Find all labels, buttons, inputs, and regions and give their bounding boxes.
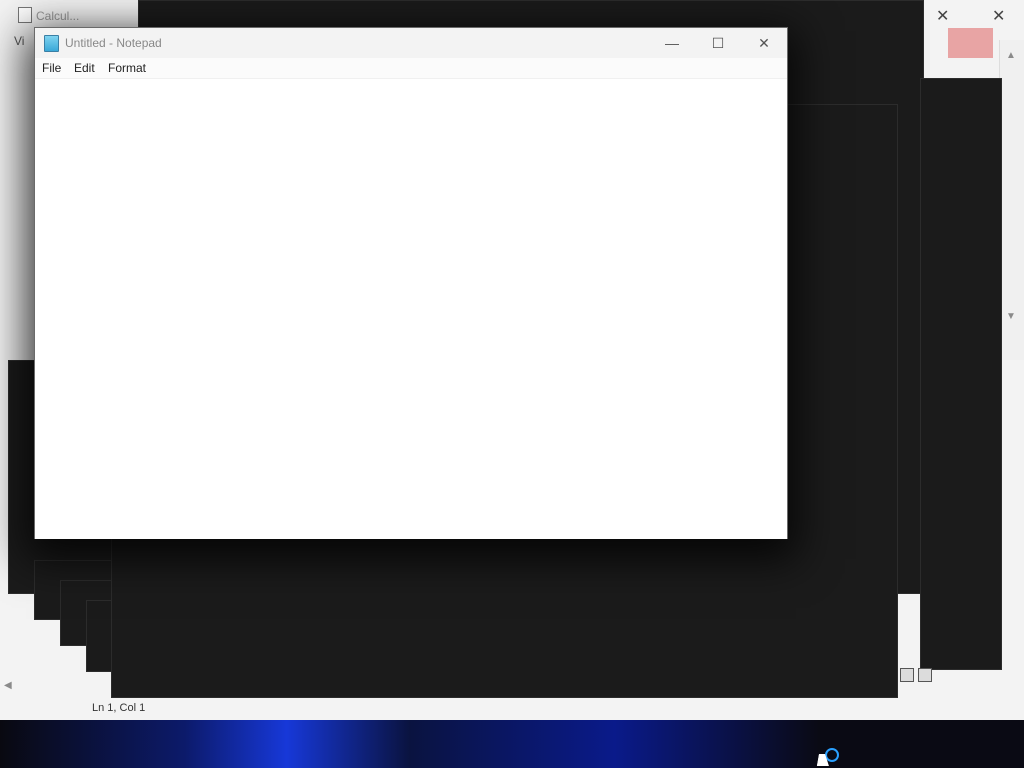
status-bar-text: Ln 1, Col 1 xyxy=(92,702,146,714)
menu-bar: File Edit Format xyxy=(35,58,787,78)
text-editor-area[interactable] xyxy=(35,78,787,539)
scroll-up-icon[interactable]: ▲ xyxy=(1006,50,1016,61)
menu-file[interactable]: File xyxy=(42,61,61,75)
close-icon[interactable]: ✕ xyxy=(936,6,949,26)
minimize-button[interactable]: — xyxy=(649,28,695,58)
calculator-icon xyxy=(18,7,32,23)
window-icon[interactable] xyxy=(900,668,914,682)
window-title: Calcul... xyxy=(36,9,80,23)
maximize-button[interactable]: ☐ xyxy=(695,28,741,58)
window-title: Untitled - Notepad xyxy=(65,36,162,50)
notepad-window[interactable]: Untitled - Notepad — ☐ ✕ File Edit Forma… xyxy=(34,27,788,539)
close-icon[interactable]: ✕ xyxy=(992,6,1005,26)
taskbar xyxy=(0,720,1024,768)
scroll-left-icon[interactable]: ◀ xyxy=(4,680,12,691)
tray-icons xyxy=(900,668,940,684)
menu-format[interactable]: Format xyxy=(108,61,146,75)
notepad-icon xyxy=(44,35,59,52)
close-button[interactable]: ✕ xyxy=(741,28,787,58)
menu-item[interactable]: Vi xyxy=(14,34,24,48)
scroll-down-icon[interactable]: ▼ xyxy=(1006,311,1016,322)
vertical-scrollbar[interactable]: ▲ ▼ xyxy=(999,40,1024,360)
close-button[interactable] xyxy=(948,28,993,58)
menu-edit[interactable]: Edit xyxy=(74,61,95,75)
window-icon[interactable] xyxy=(918,668,932,682)
dark-window[interactable] xyxy=(920,78,1002,670)
title-bar[interactable]: Untitled - Notepad — ☐ ✕ xyxy=(35,28,787,58)
mouse-cursor-icon xyxy=(816,754,832,766)
